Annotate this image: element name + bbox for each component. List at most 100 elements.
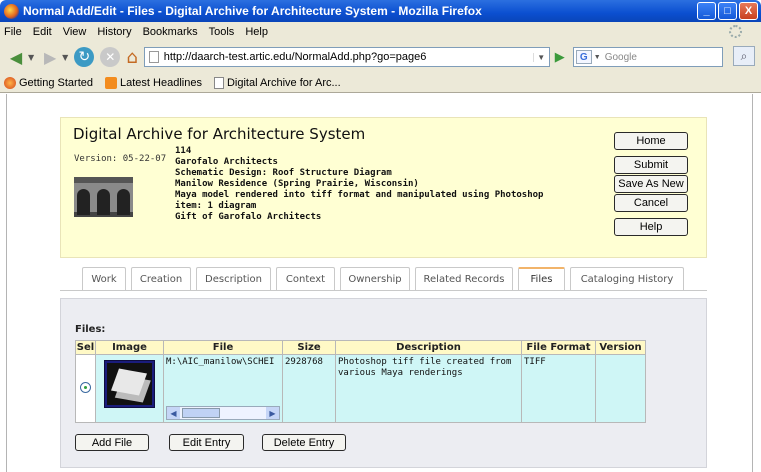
image-cell: [95, 354, 164, 423]
minimize-button[interactable]: _: [697, 2, 716, 20]
google-icon[interactable]: G: [575, 50, 592, 64]
save-as-new-button[interactable]: Save As New: [614, 175, 688, 193]
back-dropdown-icon[interactable]: ▼: [28, 53, 34, 62]
record-summary: 114 Garofalo Architects Schematic Design…: [175, 146, 543, 223]
record-title: Schematic Design: Roof Structure Diagram: [175, 168, 392, 178]
building-thumbnail: [74, 177, 133, 217]
version-label: Version: 05-22-07: [74, 154, 167, 164]
description-line[interactable]: Photoshop tiff file created from: [336, 355, 521, 368]
maximize-button[interactable]: □: [718, 2, 737, 20]
record-id: 114: [175, 146, 192, 156]
menu-tools[interactable]: Tools: [209, 26, 235, 38]
help-button[interactable]: Help: [614, 218, 688, 236]
file-scrollbar[interactable]: ◀ ▶: [166, 406, 280, 420]
column-header: Size: [282, 340, 336, 355]
select-cell: [75, 354, 96, 423]
close-button[interactable]: X: [739, 2, 758, 20]
search-input[interactable]: Google: [605, 52, 637, 63]
firefox-bookmark-icon: [4, 76, 16, 89]
format-cell[interactable]: TIFF: [521, 354, 596, 423]
delete-entry-button[interactable]: Delete Entry: [262, 434, 346, 451]
files-panel: Files: Sel Image File Size Description F…: [60, 298, 707, 468]
menu-file[interactable]: File: [4, 26, 22, 38]
window-controls: _ □ X: [697, 2, 758, 20]
size-cell[interactable]: 2928768: [282, 354, 336, 423]
column-header: File: [163, 340, 283, 355]
add-file-button[interactable]: Add File: [75, 434, 149, 451]
menu-view[interactable]: View: [63, 26, 87, 38]
record-medium: Maya model rendered into tiff format and…: [175, 190, 544, 200]
home-icon[interactable]: ⌂: [126, 47, 137, 68]
tab-work[interactable]: Work: [82, 267, 126, 290]
description-cell[interactable]: Photoshop tiff file created from various…: [335, 354, 522, 423]
tab-cataloging-history[interactable]: Cataloging History: [570, 267, 684, 290]
page-icon: [213, 76, 224, 89]
rss-icon: [105, 76, 117, 89]
stop-icon[interactable]: ✕: [100, 47, 121, 67]
firefox-icon: [4, 3, 19, 19]
files-label: Files:: [75, 324, 106, 335]
tab-related-records[interactable]: Related Records: [415, 267, 513, 290]
tab-ownership[interactable]: Ownership: [340, 267, 410, 290]
description-line[interactable]: various Maya renderings: [336, 368, 521, 381]
record-project: Manilow Residence (Spring Prairie, Wisco…: [175, 179, 419, 189]
cancel-button[interactable]: Cancel: [614, 194, 688, 212]
forward-arrow-icon[interactable]: ▶: [40, 47, 60, 67]
window-titlebar: Normal Add/Edit - Files - Digital Archiv…: [0, 0, 761, 22]
navigation-toolbar: ◀ ▼ ▶ ▼ ↻ ✕ ⌂ http://daarch-test.artic.e…: [0, 41, 761, 73]
column-header: Image: [95, 340, 164, 355]
menu-help[interactable]: Help: [245, 26, 268, 38]
page-right-border: [752, 94, 753, 472]
search-engine-dropdown-icon[interactable]: ▼: [594, 54, 601, 61]
file-path[interactable]: M:\AIC_manilow\SCHEI: [164, 355, 282, 370]
menu-bookmarks[interactable]: Bookmarks: [143, 26, 198, 38]
back-arrow-icon[interactable]: ◀: [6, 47, 26, 67]
menu-history[interactable]: History: [97, 26, 131, 38]
column-header: File Format: [521, 340, 596, 355]
tab-description[interactable]: Description: [196, 267, 271, 290]
files-table: Sel Image File Size Description File For…: [75, 340, 646, 423]
url-dropdown-icon[interactable]: ▼: [532, 52, 549, 62]
scroll-thumb[interactable]: [182, 408, 220, 418]
submit-button[interactable]: Submit: [614, 156, 688, 174]
file-version[interactable]: [596, 355, 645, 359]
bookmark-latest-headlines[interactable]: Latest Headlines: [105, 76, 202, 89]
go-arrow-icon[interactable]: ▶: [555, 50, 565, 65]
tabs-divider: [60, 290, 707, 291]
menu-bar: File Edit View History Bookmarks Tools H…: [0, 22, 761, 41]
bookmark-label: Digital Archive for Arc...: [226, 76, 341, 89]
page-left-border: [6, 94, 7, 472]
scroll-right-icon[interactable]: ▶: [266, 407, 279, 419]
url-text[interactable]: http://daarch-test.artic.edu/NormalAdd.p…: [164, 51, 533, 63]
record-creator: Garofalo Architects: [175, 157, 278, 167]
tab-creation[interactable]: Creation: [131, 267, 191, 290]
reload-icon[interactable]: ↻: [74, 47, 95, 67]
menu-edit[interactable]: Edit: [33, 26, 52, 38]
bookmark-label: Getting Started: [19, 76, 93, 89]
table-header-row: Sel Image File Size Description File For…: [75, 340, 646, 355]
version-cell[interactable]: [595, 354, 646, 423]
page-title: Digital Archive for Architecture System: [73, 125, 366, 143]
home-button[interactable]: Home: [614, 132, 688, 150]
bookmark-getting-started[interactable]: Getting Started: [4, 76, 93, 89]
bookmark-label: Latest Headlines: [120, 76, 202, 89]
select-radio[interactable]: [80, 381, 91, 393]
file-thumbnail[interactable]: [104, 360, 155, 408]
window-title: Normal Add/Edit - Files - Digital Archiv…: [23, 4, 482, 18]
search-bar[interactable]: G ▼ Google: [572, 47, 723, 67]
column-header: Version: [595, 340, 646, 355]
throbber-icon: [729, 25, 742, 38]
bookmark-digital-archive[interactable]: Digital Archive for Arc...: [213, 76, 341, 89]
tab-files[interactable]: Files: [518, 267, 565, 290]
file-size[interactable]: 2928768: [283, 355, 335, 370]
file-format[interactable]: TIFF: [522, 355, 595, 370]
record-credit: Gift of Garofalo Architects: [175, 212, 322, 222]
file-cell[interactable]: M:\AIC_manilow\SCHEI ◀ ▶: [163, 354, 283, 423]
search-magnifier-icon[interactable]: ⌕: [733, 46, 755, 66]
edit-entry-button[interactable]: Edit Entry: [169, 434, 244, 451]
url-bar[interactable]: http://daarch-test.artic.edu/NormalAdd.p…: [143, 47, 550, 67]
scroll-left-icon[interactable]: ◀: [167, 407, 180, 419]
table-row: M:\AIC_manilow\SCHEI ◀ ▶ 2928768 Photosh…: [75, 354, 646, 423]
forward-dropdown-icon[interactable]: ▼: [62, 53, 68, 62]
tab-context[interactable]: Context: [276, 267, 335, 290]
